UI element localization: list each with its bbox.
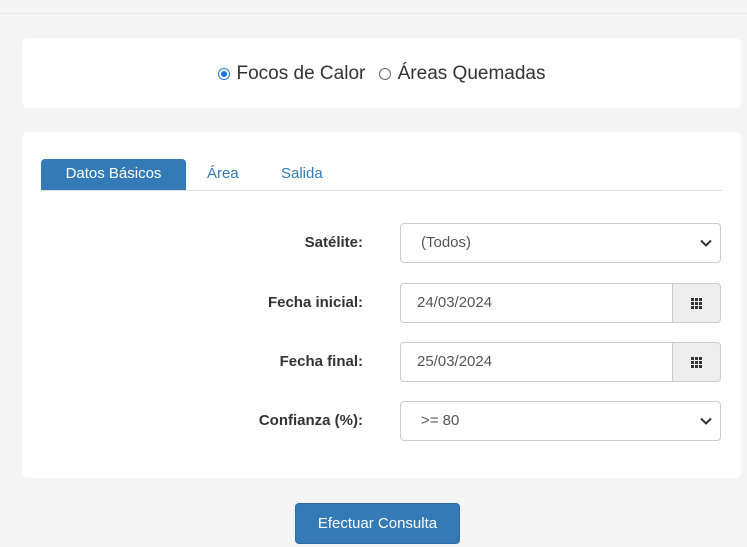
radio-label-focos: Focos de Calor (236, 63, 366, 84)
data-type-radio-group: Focos de Calor Áreas Quemadas (22, 63, 741, 86)
chevron-down-icon (700, 224, 712, 262)
start-date-row: Fecha inicial: 24/03/2024 (22, 283, 741, 323)
radio-checked-icon[interactable] (217, 68, 230, 80)
confidence-value: >= 80 (421, 412, 460, 429)
top-divider (0, 13, 747, 14)
satellite-row: Satélite: (Todos) (22, 223, 741, 263)
query-form-panel: Datos Básicos Área Salida Satélite: (Tod… (22, 132, 741, 478)
calendar-grid-icon (691, 297, 702, 309)
radio-focos-de-calor[interactable]: Focos de Calor (217, 63, 366, 85)
radio-label-areas: Áreas Quemadas (397, 63, 546, 84)
radio-areas-quemadas[interactable]: Áreas Quemadas (378, 63, 546, 85)
satellite-value: (Todos) (421, 234, 472, 251)
tab-area[interactable]: Área (207, 159, 239, 190)
chevron-down-icon (700, 402, 712, 440)
tab-salida[interactable]: Salida (281, 159, 323, 190)
end-date-input[interactable]: 25/03/2024 (400, 342, 672, 382)
calendar-grid-icon (691, 356, 702, 368)
confidence-select[interactable]: >= 80 (400, 401, 721, 441)
confidence-row: Confianza (%): >= 80 (22, 401, 741, 441)
satellite-select[interactable]: (Todos) (400, 223, 721, 263)
submit-query-button[interactable]: Efectuar Consulta (295, 503, 460, 544)
data-type-panel: Focos de Calor Áreas Quemadas (22, 38, 741, 108)
end-date-calendar-button[interactable] (672, 342, 721, 382)
end-date-label: Fecha final: (279, 353, 363, 370)
radio-unchecked-icon[interactable] (378, 68, 391, 80)
start-date-input[interactable]: 24/03/2024 (400, 283, 672, 323)
satellite-label: Satélite: (304, 234, 363, 251)
confidence-label: Confianza (%): (258, 412, 363, 429)
end-date-row: Fecha final: 25/03/2024 (22, 342, 741, 382)
start-date-label: Fecha inicial: (267, 294, 363, 311)
tab-bar: Datos Básicos Área Salida (41, 159, 722, 191)
tab-datos-basicos[interactable]: Datos Básicos (41, 159, 186, 190)
start-date-calendar-button[interactable] (672, 283, 721, 323)
